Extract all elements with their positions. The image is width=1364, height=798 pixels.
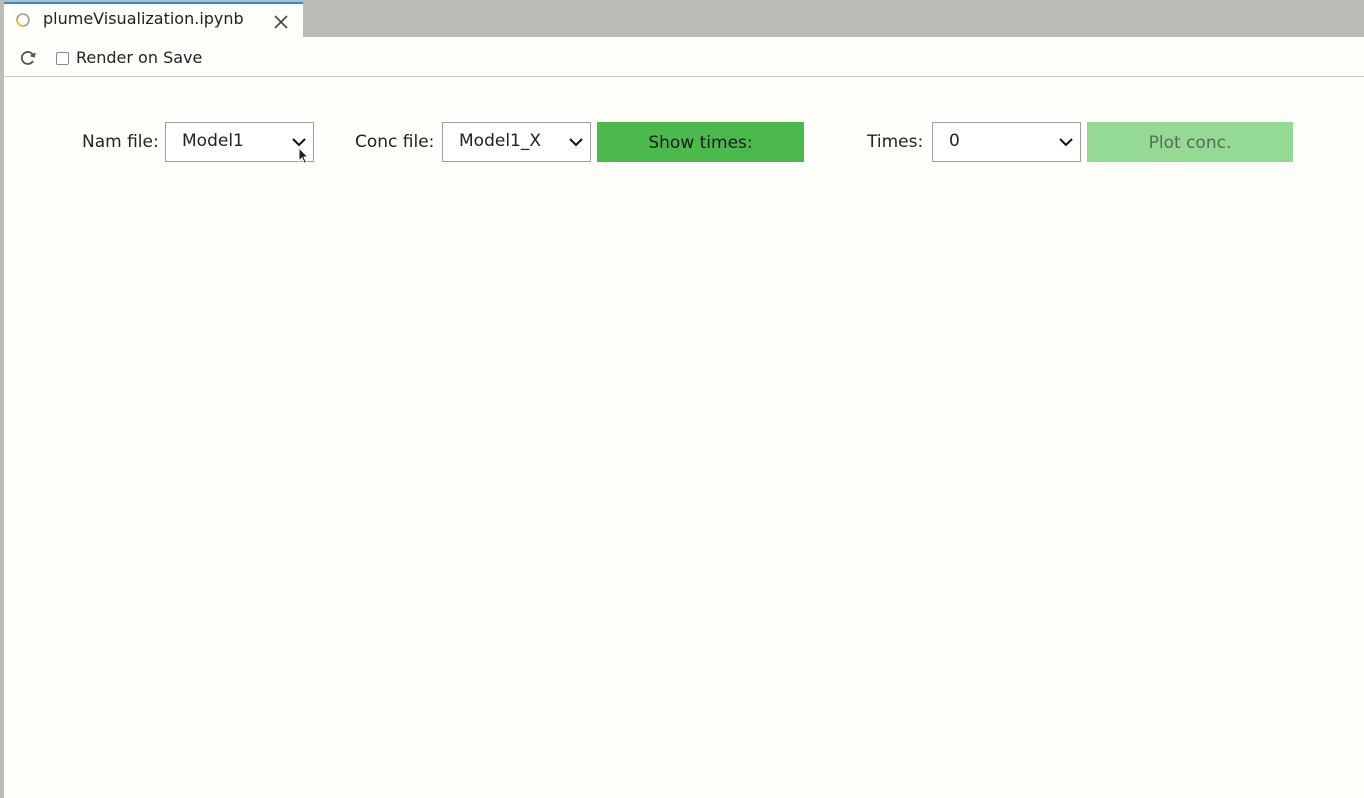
times-select[interactable]: 0 <box>932 122 1081 162</box>
plot-conc-button[interactable]: Plot conc. <box>1087 122 1293 162</box>
notebook-output-area: Render on Save Nam file: Model1 Conc fil… <box>4 37 1364 798</box>
conc-file-value: Model1_X <box>459 131 542 151</box>
nam-file-value: Model1 <box>182 131 244 151</box>
toolbar: Render on Save <box>4 37 1364 77</box>
conc-file-select[interactable]: Model1_X <box>442 122 591 162</box>
refresh-icon[interactable] <box>18 48 38 68</box>
nam-file-select[interactable]: Model1 <box>165 122 314 162</box>
chevron-down-icon <box>1059 138 1073 147</box>
close-icon[interactable] <box>272 13 290 31</box>
loading-spinner-icon <box>16 13 30 27</box>
render-on-save-label: Render on Save <box>76 48 203 67</box>
render-on-save-checkbox[interactable] <box>56 52 69 65</box>
mouse-cursor-icon <box>298 147 310 165</box>
tab-bar: plumeVisualization.ipynb <box>0 0 1364 37</box>
conc-file-label: Conc file: <box>355 132 435 152</box>
tab-title: plumeVisualization.ipynb <box>43 9 244 28</box>
times-value: 0 <box>949 131 960 151</box>
chevron-down-icon <box>569 138 583 147</box>
nam-file-label: Nam file: <box>82 132 159 152</box>
times-label: Times: <box>867 132 924 152</box>
show-times-button[interactable]: Show times: <box>597 122 804 162</box>
notebook-tab[interactable]: plumeVisualization.ipynb <box>4 2 303 37</box>
